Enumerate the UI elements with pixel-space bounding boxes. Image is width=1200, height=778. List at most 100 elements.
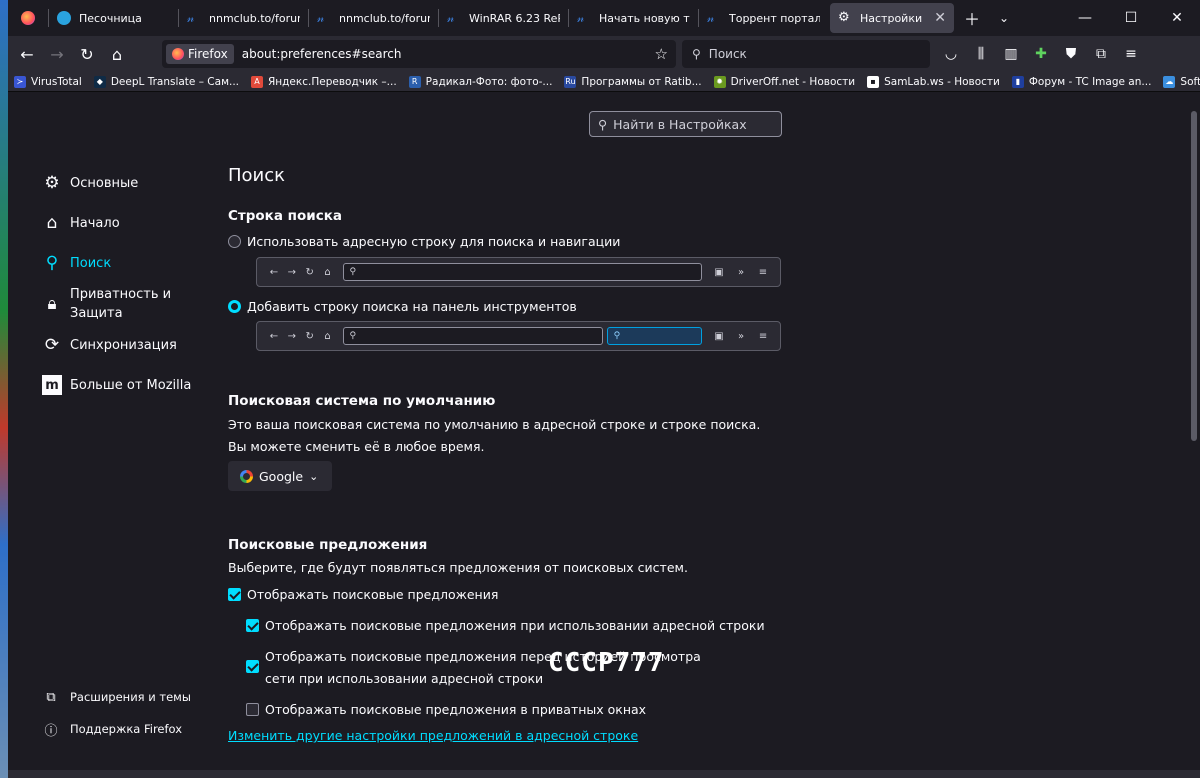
navigation-toolbar: ← → ↻ ⌂ Firefox about:preferences#search… — [8, 36, 1200, 72]
google-icon — [240, 469, 253, 483]
checkbox-show-suggestions[interactable]: Отображать поисковые предложения — [228, 584, 498, 606]
mozilla-icon: m — [42, 375, 62, 395]
search-icon: ⚲ — [45, 253, 59, 273]
radio-button[interactable] — [228, 235, 241, 248]
bookmark-star-icon[interactable]: ☆ — [655, 45, 668, 63]
extension-colorful-icon[interactable]: ✚ — [1026, 46, 1056, 62]
sidebar-item-mozilla[interactable]: m Больше от Mozilla — [42, 365, 212, 405]
tab-5[interactable]: 𝓃 Начать новую тем — [569, 3, 698, 33]
bookmark-item[interactable]: ☁Soft — Яндекс.Диск — [1163, 75, 1200, 88]
identity-box[interactable]: Firefox — [166, 44, 234, 64]
forward-button[interactable]: → — [42, 39, 72, 69]
sidebar-item-addons[interactable]: ⧉ Расширения и темы — [44, 681, 191, 713]
tab-6[interactable]: 𝓃 Торрент портал N — [699, 3, 828, 33]
preview-search-field: ⚲ — [606, 327, 703, 345]
library-icon[interactable]: ⫼ — [966, 46, 996, 62]
checkbox-urlbar-suggestions[interactable]: Отображать поисковые предложения при исп… — [246, 615, 765, 637]
bookmark-item[interactable]: A Яндекс.Переводчик –... — [251, 75, 397, 88]
maximize-icon[interactable]: ☐ — [1108, 0, 1154, 36]
default-engine-dropdown[interactable]: Google ⌄ — [228, 461, 332, 491]
toolbar-icons: ◡ ⫼ ▥ ✚ ⛊ ⧉ ≡ — [936, 46, 1146, 62]
sidebar-item-home[interactable]: ⌂ Начало — [42, 203, 212, 243]
firefox-icon — [172, 48, 184, 60]
overflow-icon: » — [737, 266, 745, 278]
pocket-icon[interactable]: ◡ — [936, 46, 966, 62]
bookmark-item[interactable]: ◆ DeepL Translate – Сам... — [93, 75, 239, 88]
bookmark-item[interactable]: ✹ DriverOff.net - Новости — [713, 75, 855, 88]
checkbox-checked[interactable] — [246, 660, 259, 673]
radio-button-selected[interactable] — [228, 300, 241, 313]
extensions-icon[interactable]: ⧉ — [1086, 46, 1116, 62]
bookmark-item[interactable]: Ru Программы от Ratib... — [564, 75, 702, 88]
reload-icon: ↻ — [305, 330, 314, 342]
list-tabs-button[interactable]: ⌄ — [988, 3, 1020, 33]
bookmark-favicon-icon: ☁ — [1163, 75, 1176, 88]
gear-icon: ⚙ — [838, 10, 850, 25]
urlbar-preview: ← → ↻ ⌂ ⚲ ▣ » ≡ — [256, 257, 781, 287]
radio-use-urlbar[interactable]: Использовать адресную строку для поиска … — [228, 234, 620, 249]
sidebar-icon: ▣ — [714, 266, 724, 278]
reload-icon: ↻ — [305, 266, 314, 278]
bookmark-favicon-icon: ◆ — [93, 75, 106, 88]
taskbar-strip — [8, 770, 1200, 778]
gear-icon: ⚙ — [44, 173, 60, 193]
new-tab-button[interactable]: ＋ — [956, 3, 988, 33]
checkbox-unchecked[interactable] — [246, 703, 259, 716]
menu-icon[interactable]: ≡ — [1116, 46, 1146, 62]
sidebar-icon[interactable]: ▥ — [996, 46, 1026, 62]
close-window-icon[interactable]: ✕ — [1154, 0, 1200, 36]
reload-button[interactable]: ↻ — [72, 39, 102, 69]
tab-firefox-home[interactable] — [8, 3, 48, 33]
puzzle-icon: ⧉ — [46, 689, 56, 705]
bookmark-favicon-icon: Ru — [564, 75, 577, 88]
radio-add-searchbar[interactable]: Добавить строку поиска на панель инструм… — [228, 299, 577, 314]
menu-icon: ≡ — [758, 330, 768, 342]
preferences-page: ⚲ Найти в Настройках ⚙ Основные ⌂ Начало… — [8, 93, 1188, 778]
default-engine-heading: Поисковая система по умолчанию — [228, 393, 496, 409]
checkbox-private-suggestions[interactable]: Отображать поисковые предложения в прива… — [246, 699, 646, 721]
checkbox-checked[interactable] — [246, 619, 259, 632]
sidebar-item-sync[interactable]: ⟳ Синхронизация — [42, 325, 212, 365]
bookmark-item[interactable]: ▮ Форум - TC Image an... — [1011, 75, 1151, 88]
tab-4[interactable]: 𝓃 WinRAR 6.23 RePa — [439, 3, 568, 33]
tab-1[interactable]: Песочница — [49, 3, 178, 33]
url-text: about:preferences#search — [241, 47, 402, 61]
overflow-icon: » — [737, 330, 745, 342]
shield-icon[interactable]: ⛊ — [1056, 46, 1086, 62]
nnm-icon: 𝓃 — [317, 11, 325, 25]
suggestions-heading: Поисковые предложения — [228, 537, 428, 553]
back-icon: ← — [269, 266, 279, 278]
sidebar-item-privacy[interactable]: 🔒︎ Приватность и Защита — [42, 283, 212, 325]
find-in-settings-input[interactable]: ⚲ Найти в Настройках — [589, 111, 782, 137]
window-controls: — ☐ ✕ — [1062, 0, 1200, 36]
sidebar-footer: ⧉ Расширения и темы ⓘ Поддержка Firefox — [44, 681, 191, 745]
bookmark-item[interactable]: ▪ SamLab.ws - Новости — [867, 75, 1000, 88]
sidebar-icon: ▣ — [714, 330, 724, 342]
home-icon: ⌂ — [324, 266, 331, 278]
forward-icon: → — [287, 266, 296, 278]
nnm-icon: 𝓃 — [577, 11, 585, 25]
sidebar-item-search[interactable]: ⚲ Поиск — [42, 243, 212, 283]
bookmark-item[interactable]: R Радикал-Фото: фото-... — [408, 75, 552, 88]
tab-2[interactable]: 𝓃 nnmclub.to/forum — [179, 3, 308, 33]
minimize-icon[interactable]: — — [1062, 0, 1108, 36]
home-icon: ⌂ — [324, 330, 331, 342]
nnm-icon: 𝓃 — [447, 11, 455, 25]
tab-3[interactable]: 𝓃 nnmclub.to/forum — [309, 3, 438, 33]
search-input[interactable]: ⚲ Поиск — [682, 40, 930, 68]
checkbox-checked[interactable] — [228, 588, 241, 601]
sidebar-item-general[interactable]: ⚙ Основные — [42, 163, 212, 203]
bookmark-favicon-icon: ≻ — [14, 75, 26, 88]
bookmark-favicon-icon: ▮ — [1011, 75, 1024, 88]
home-button[interactable]: ⌂ — [102, 39, 132, 69]
sidebar-item-support[interactable]: ⓘ Поддержка Firefox — [44, 713, 191, 745]
bookmark-item[interactable]: ≻ VirusTotal — [14, 75, 82, 88]
back-icon: ← — [269, 330, 279, 342]
close-tab-icon[interactable]: ✕ — [934, 10, 946, 26]
scrollbar[interactable] — [1188, 93, 1200, 778]
url-bar[interactable]: Firefox about:preferences#search ☆ — [162, 40, 676, 68]
back-button[interactable]: ← — [12, 39, 42, 69]
scrollbar-thumb[interactable] — [1191, 111, 1197, 441]
change-urlbar-settings-link[interactable]: Изменить другие настройки предложений в … — [228, 728, 638, 743]
tab-settings[interactable]: ⚙ Настройки ✕ — [830, 3, 954, 33]
